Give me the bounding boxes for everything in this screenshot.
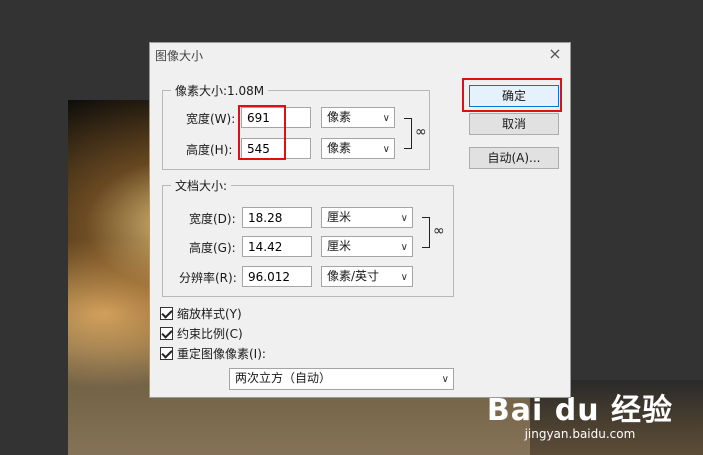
document-size-group: 文档大小: 宽度(D): 厘米 ∨ 高度(G): 厘米 ∨ 分辨率(R): 像素…	[162, 177, 454, 297]
chevron-down-icon: ∨	[441, 374, 449, 385]
doc-width-unit-value: 厘米	[327, 210, 352, 224]
resolution-input[interactable]	[242, 266, 312, 287]
resolution-unit-select[interactable]: 像素/英寸 ∨	[321, 266, 413, 287]
chevron-down-icon: ∨	[400, 272, 408, 283]
constrain-proportions-option[interactable]: 约束比例(C)	[160, 325, 243, 342]
pixel-link-bracket	[404, 118, 412, 149]
chevron-down-icon: ∨	[400, 213, 408, 224]
doc-width-label: 宽度(D):	[189, 212, 236, 226]
doc-width-input[interactable]	[242, 207, 312, 228]
resample-method-value: 两次立方（自动）	[235, 371, 332, 385]
pixel-height-unit-value: 像素	[327, 141, 352, 155]
pixel-height-label: 高度(H):	[186, 143, 233, 157]
doc-height-input[interactable]	[242, 236, 312, 257]
document-size-legend: 文档大小:	[171, 177, 232, 194]
resample-label: 重定图像像素(I):	[177, 347, 266, 361]
image-size-dialog: 图像大小 × 像素大小:1.08M 宽度(W): 像素 ∨ 高度(H): 像素 …	[149, 42, 571, 398]
resample-method-select[interactable]: 两次立方（自动） ∨	[229, 368, 454, 390]
cancel-button[interactable]: 取消	[469, 113, 559, 135]
scale-styles-option[interactable]: 缩放样式(Y)	[160, 305, 242, 322]
link-icon: ∞	[415, 124, 427, 140]
pixel-width-unit-select[interactable]: 像素 ∨	[321, 107, 395, 128]
resample-option[interactable]: 重定图像像素(I):	[160, 345, 266, 362]
pixel-height-unit-select[interactable]: 像素 ∨	[321, 138, 395, 159]
pixel-height-input[interactable]	[241, 138, 311, 159]
resolution-label: 分辨率(R):	[179, 271, 237, 285]
chevron-down-icon: ∨	[382, 113, 390, 124]
pixel-width-unit-value: 像素	[327, 110, 352, 124]
doc-height-unit-select[interactable]: 厘米 ∨	[321, 236, 413, 257]
chevron-down-icon: ∨	[400, 242, 408, 253]
resample-checkbox[interactable]	[160, 347, 173, 360]
pixel-dimensions-group: 像素大小:1.08M 宽度(W): 像素 ∨ 高度(H): 像素 ∨ ∞	[162, 82, 430, 170]
auto-button[interactable]: 自动(A)...	[469, 147, 559, 169]
chevron-down-icon: ∨	[382, 144, 390, 155]
scale-styles-checkbox[interactable]	[160, 307, 173, 320]
constrain-proportions-checkbox[interactable]	[160, 327, 173, 340]
resolution-unit-value: 像素/英寸	[327, 269, 380, 283]
title-bar[interactable]: 图像大小 ×	[150, 43, 570, 67]
doc-width-unit-select[interactable]: 厘米 ∨	[321, 207, 413, 228]
doc-height-label: 高度(G):	[189, 241, 236, 255]
link-icon: ∞	[433, 223, 445, 239]
watermark-url: jingyan.baidu.com	[524, 427, 636, 441]
ok-button[interactable]: 确定	[469, 85, 559, 107]
scale-styles-label: 缩放样式(Y)	[177, 307, 242, 321]
dialog-title: 图像大小	[155, 49, 204, 63]
pixel-width-label: 宽度(W):	[186, 112, 236, 126]
close-icon[interactable]: ×	[546, 45, 564, 63]
pixel-width-input[interactable]	[241, 107, 311, 128]
pixel-dimensions-legend: 像素大小:1.08M	[171, 82, 269, 99]
doc-height-unit-value: 厘米	[327, 239, 352, 253]
constrain-proportions-label: 约束比例(C)	[177, 327, 243, 341]
document-link-bracket	[422, 217, 430, 248]
